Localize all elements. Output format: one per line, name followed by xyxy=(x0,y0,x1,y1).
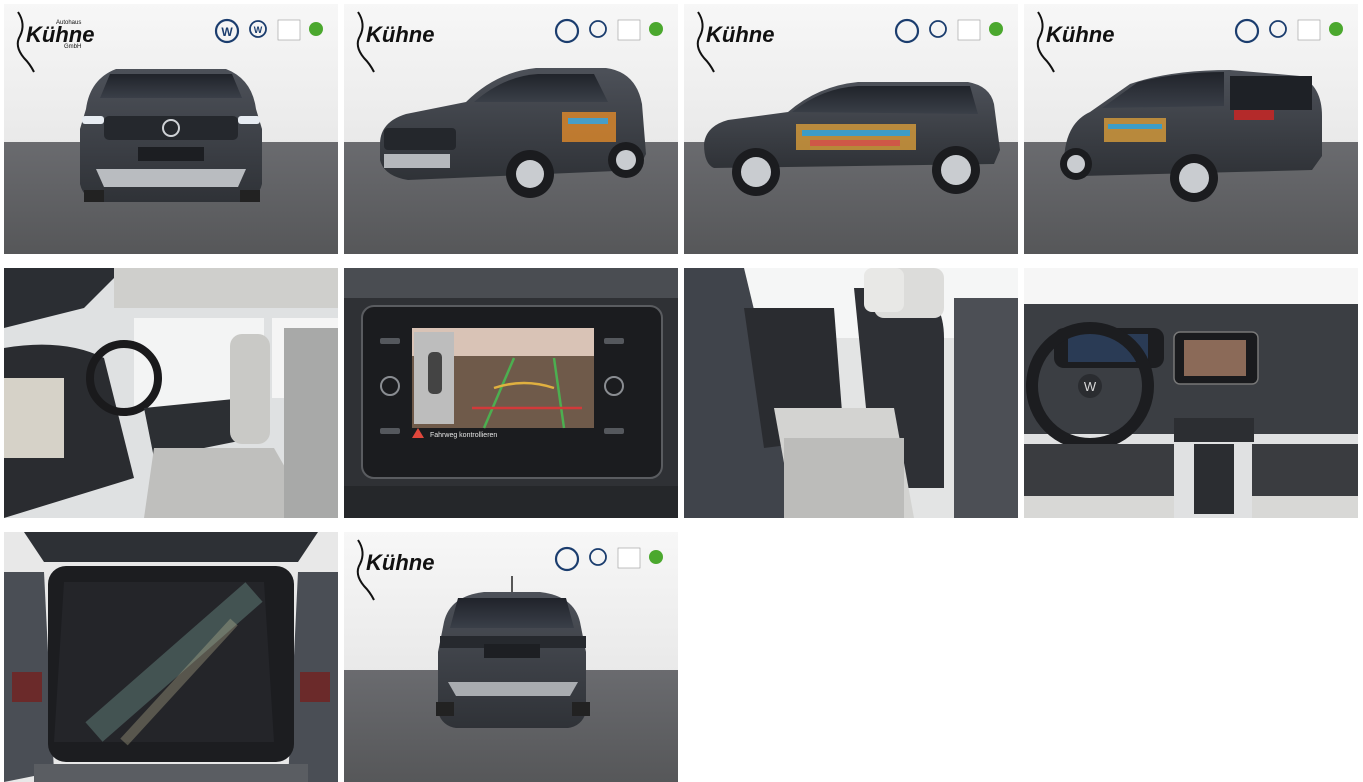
car-front xyxy=(80,69,262,202)
gallery-photo-side[interactable]: Kühne xyxy=(684,4,1018,254)
screen-warning-text: Fahrweg kontrollieren xyxy=(430,432,497,439)
gallery-photo-rear-seats[interactable] xyxy=(684,268,1018,518)
gallery-photo-front-left[interactable]: Kühne xyxy=(344,4,678,254)
svg-text:Kühne: Kühne xyxy=(1046,22,1114,47)
svg-text:W: W xyxy=(221,25,233,39)
svg-text:GmbH: GmbH xyxy=(64,44,81,50)
gallery-photo-dashboard[interactable]: W xyxy=(1024,268,1358,518)
svg-text:W: W xyxy=(1084,379,1097,394)
gallery-photo-trunk[interactable] xyxy=(4,532,338,782)
photo-gallery: Kühne Autohaus GmbH W W Kühne Kühne Kühn… xyxy=(0,0,1363,782)
svg-text:Kühne: Kühne xyxy=(706,22,774,47)
gallery-photo-front[interactable]: Kühne Autohaus GmbH W W xyxy=(4,4,338,254)
gallery-photo-rear[interactable]: Kühne xyxy=(344,532,678,782)
gallery-photo-infotainment[interactable]: Fahrweg kontrollieren xyxy=(344,268,678,518)
svg-text:W: W xyxy=(254,25,263,35)
svg-text:Kühne: Kühne xyxy=(366,550,434,575)
svg-text:Kühne: Kühne xyxy=(366,22,434,47)
svg-text:Autohaus: Autohaus xyxy=(56,20,81,26)
gallery-photo-front-seats[interactable] xyxy=(4,268,338,518)
rear-camera-screen xyxy=(412,328,594,429)
gallery-photo-rear-left[interactable]: Kühne xyxy=(1024,4,1358,254)
